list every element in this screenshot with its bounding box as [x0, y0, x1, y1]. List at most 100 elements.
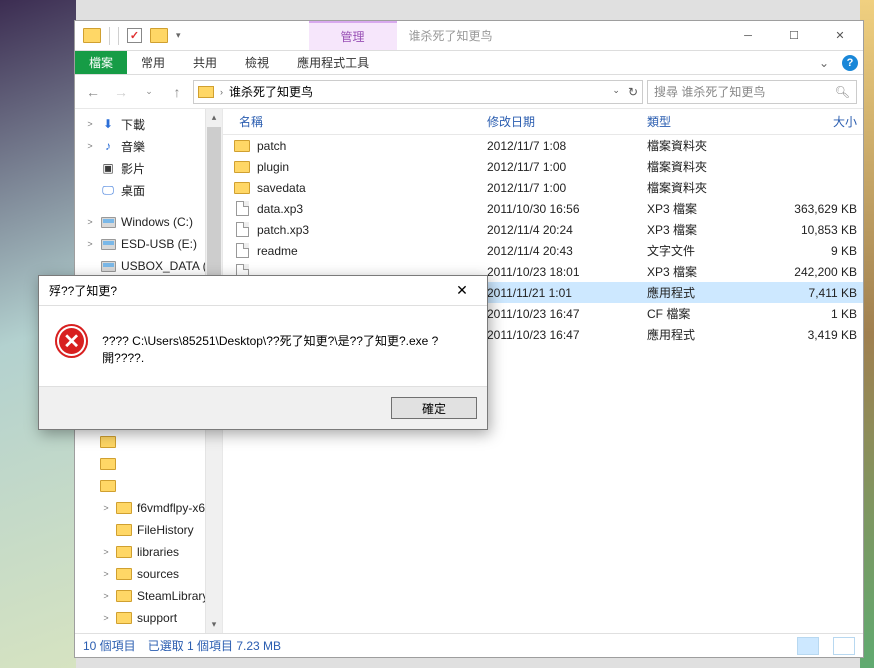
cell-size: 3,419 KB: [751, 328, 863, 342]
folder-icon: [198, 86, 214, 98]
chevron-icon[interactable]: >: [85, 119, 95, 129]
tab-view[interactable]: 檢視: [231, 51, 283, 74]
nav-label: support: [137, 611, 177, 625]
col-date[interactable]: 修改日期: [481, 113, 641, 130]
cell-date: 2011/10/30 16:56: [481, 202, 641, 216]
ribbon-contextual-tab[interactable]: 管理: [309, 21, 397, 50]
cell-date: 2011/10/23 18:01: [481, 265, 641, 279]
cell-date: 2012/11/4 20:24: [481, 223, 641, 237]
chevron-icon[interactable]: >: [85, 217, 95, 227]
cell-type: XP3 檔案: [641, 221, 751, 238]
ribbon-collapse-icon[interactable]: ⌄: [811, 51, 837, 74]
cell-size: 7,411 KB: [751, 286, 863, 300]
breadcrumb-path[interactable]: › 谁杀死了知更鸟 ⌄ ↻: [193, 80, 643, 104]
nav-item[interactable]: >versions: [75, 629, 222, 633]
window-title: 谁杀死了知更鸟: [397, 21, 725, 50]
file-icon: [233, 201, 251, 216]
table-row[interactable]: data.xp32011/10/30 16:56XP3 檔案363,629 KB: [223, 198, 863, 219]
cell-type: 文字文件: [641, 242, 751, 259]
tab-apptools[interactable]: 應用程式工具: [283, 51, 383, 74]
up-button[interactable]: ↑: [165, 80, 189, 104]
help-button[interactable]: ?: [837, 51, 863, 74]
cell-name: patch.xp3: [251, 223, 481, 237]
col-name[interactable]: 名稱: [233, 113, 481, 130]
back-button[interactable]: ←: [81, 80, 105, 104]
dialog-message: ???? C:\Users\85251\Desktop\??死了知更?\是??了…: [102, 324, 471, 366]
nav-item[interactable]: [75, 431, 222, 453]
chevron-icon[interactable]: >: [101, 591, 111, 601]
file-icon: [233, 222, 251, 237]
nav-item[interactable]: > SteamLibrary: [75, 585, 222, 607]
cell-name: readme: [251, 244, 481, 258]
nav-item[interactable]: >♪音樂: [75, 135, 222, 157]
minimize-button[interactable]: ─: [725, 21, 771, 50]
cell-type: XP3 檔案: [641, 263, 751, 280]
table-row[interactable]: savedata2012/11/7 1:00檔案資料夾: [223, 177, 863, 198]
col-size[interactable]: 大小: [751, 113, 863, 130]
chevron-icon[interactable]: >: [101, 613, 111, 623]
chevron-icon[interactable]: >: [85, 141, 95, 151]
scroll-down-icon[interactable]: ▾: [206, 616, 222, 633]
cell-type: XP3 檔案: [641, 200, 751, 217]
nav-label: SteamLibrary: [137, 589, 208, 603]
nav-item[interactable]: FileHistory: [75, 519, 222, 541]
nav-label: libraries: [137, 545, 179, 559]
nav-item[interactable]: USBOX_DATA (: [75, 255, 222, 277]
cell-date: 2012/11/7 1:00: [481, 160, 641, 174]
nav-item[interactable]: [75, 475, 222, 497]
col-type[interactable]: 類型: [641, 113, 751, 130]
cell-date: 2011/10/23 16:47: [481, 328, 641, 342]
error-icon: ✕: [55, 324, 88, 358]
forward-button[interactable]: →: [109, 80, 133, 104]
maximize-button[interactable]: ☐: [771, 21, 817, 50]
column-headers[interactable]: 名稱 修改日期 類型 大小: [223, 109, 863, 135]
chevron-icon[interactable]: >: [101, 569, 111, 579]
nav-item[interactable]: 🖵︎桌面: [75, 179, 222, 201]
cell-date: 2011/11/21 1:01: [481, 286, 641, 300]
search-icon: 🔍︎: [835, 85, 850, 99]
dialog-title-text: 殍??了知更?: [49, 282, 117, 299]
chevron-icon[interactable]: >: [101, 503, 111, 513]
nav-item[interactable]: [75, 453, 222, 475]
tab-file[interactable]: 檔案: [75, 51, 127, 74]
table-row[interactable]: patch2012/11/7 1:08檔案資料夾: [223, 135, 863, 156]
dialog-close-button[interactable]: ✕: [447, 280, 477, 302]
nav-item[interactable]: >sources: [75, 563, 222, 585]
status-selected: 已選取 1 個項目 7.23 MB: [148, 637, 281, 654]
nav-label: f6vmdflpy-x64: [137, 501, 212, 515]
nav-item[interactable]: > f6vmdflpy-x64: [75, 497, 222, 519]
scroll-up-icon[interactable]: ▴: [206, 109, 222, 126]
path-dropdown-icon[interactable]: ⌄: [612, 85, 620, 99]
status-count: 10 個項目: [83, 637, 136, 654]
nav-label: 音樂: [121, 138, 145, 155]
view-details-button[interactable]: [797, 637, 819, 655]
nav-item[interactable]: > libraries: [75, 541, 222, 563]
qat-check-icon[interactable]: ✓: [127, 28, 142, 43]
titlebar[interactable]: ✓ ▾ 管理 谁杀死了知更鸟 ─ ☐ ✕: [75, 21, 863, 51]
cell-type: 應用程式: [641, 326, 751, 343]
chevron-icon[interactable]: >: [101, 547, 111, 557]
view-large-button[interactable]: [833, 637, 855, 655]
refresh-icon[interactable]: ↻: [628, 85, 638, 99]
path-segment[interactable]: 谁杀死了知更鸟: [229, 83, 313, 100]
table-row[interactable]: readme2012/11/4 20:43文字文件9 KB: [223, 240, 863, 261]
dialog-ok-button[interactable]: 確定: [391, 397, 477, 419]
cell-type: 檔案資料夾: [641, 179, 751, 196]
dialog-titlebar[interactable]: 殍??了知更? ✕: [39, 276, 487, 306]
chevron-icon[interactable]: >: [85, 239, 95, 249]
search-input[interactable]: 搜尋 谁杀死了知更鸟 🔍︎: [647, 80, 857, 104]
history-dropdown[interactable]: ⌄: [137, 80, 161, 104]
close-button[interactable]: ✕: [817, 21, 863, 50]
nav-item[interactable]: >ESD-USB (E:): [75, 233, 222, 255]
nav-item[interactable]: >⬇下載: [75, 113, 222, 135]
table-row[interactable]: plugin2012/11/7 1:00檔案資料夾: [223, 156, 863, 177]
nav-item[interactable]: ▣影片: [75, 157, 222, 179]
tab-home[interactable]: 常用: [127, 51, 179, 74]
tab-share[interactable]: 共用: [179, 51, 231, 74]
nav-item[interactable]: > support: [75, 607, 222, 629]
table-row[interactable]: patch.xp32012/11/4 20:24XP3 檔案10,853 KB: [223, 219, 863, 240]
chevron-down-icon[interactable]: ▾: [176, 30, 181, 41]
nav-item[interactable]: >Windows (C:): [75, 211, 222, 233]
nav-label: 下載: [121, 116, 145, 133]
nav-label: USBOX_DATA (: [121, 259, 207, 273]
